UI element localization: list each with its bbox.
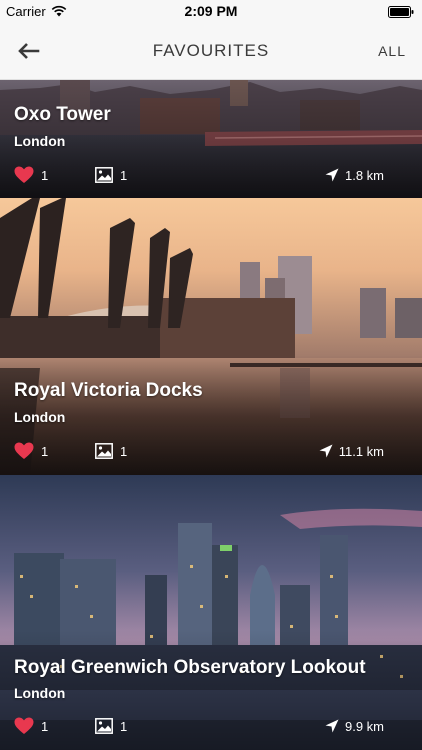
- like-button[interactable]: 1: [14, 164, 48, 186]
- distance-info: 1.8 km: [325, 164, 384, 186]
- photo-count: 1: [120, 167, 128, 183]
- navigation-bar: FAVOURITES ALL: [0, 22, 422, 80]
- place-stats: 1 1 9.9 km: [14, 715, 402, 737]
- favourite-card-oxo-tower[interactable]: Oxo Tower London 1 1 1.8 km: [0, 80, 422, 198]
- favourite-card-royal-greenwich-observatory-lookout[interactable]: Royal Greenwich Observatory Lookout Lond…: [0, 475, 422, 750]
- status-bar: Carrier 2:09 PM: [0, 0, 422, 22]
- heart-icon: [14, 442, 34, 459]
- favourite-card-royal-victoria-docks[interactable]: Royal Victoria Docks London 1 1 11.1 km: [0, 198, 422, 475]
- image-icon: [95, 167, 113, 183]
- location-arrow-icon: [325, 719, 339, 733]
- distance-info: 11.1 km: [319, 440, 384, 462]
- like-button[interactable]: 1: [14, 715, 48, 737]
- place-city: London: [14, 133, 66, 149]
- like-count: 1: [41, 718, 49, 734]
- place-city: London: [14, 409, 66, 425]
- photos-button[interactable]: 1: [95, 164, 127, 186]
- clock: 2:09 PM: [184, 3, 238, 19]
- distance-value: 11.1 km: [338, 443, 384, 459]
- place-name: Royal Victoria Docks: [14, 380, 203, 401]
- like-button[interactable]: 1: [14, 440, 48, 462]
- like-count: 1: [41, 167, 49, 183]
- photo-count: 1: [120, 718, 128, 734]
- place-name: Royal Greenwich Observatory Lookout: [14, 657, 366, 678]
- place-name: Oxo Tower: [14, 104, 111, 125]
- place-city: London: [14, 685, 66, 701]
- distance-info: 9.9 km: [325, 715, 384, 737]
- all-button[interactable]: ALL: [378, 43, 406, 59]
- photos-button[interactable]: 1: [95, 715, 127, 737]
- like-count: 1: [41, 443, 49, 459]
- location-arrow-icon: [325, 168, 339, 182]
- distance-value: 9.9 km: [344, 718, 384, 734]
- place-stats: 1 1 1.8 km: [14, 164, 402, 186]
- heart-icon: [14, 717, 34, 734]
- place-stats: 1 1 11.1 km: [14, 440, 402, 462]
- photos-button[interactable]: 1: [95, 440, 127, 462]
- image-icon: [95, 718, 113, 734]
- image-icon: [95, 443, 113, 459]
- heart-icon: [14, 166, 34, 183]
- distance-value: 1.8 km: [344, 167, 384, 183]
- location-arrow-icon: [319, 444, 333, 458]
- battery-icon: [388, 5, 414, 23]
- photo-count: 1: [120, 443, 128, 459]
- page-title: FAVOURITES: [152, 41, 270, 60]
